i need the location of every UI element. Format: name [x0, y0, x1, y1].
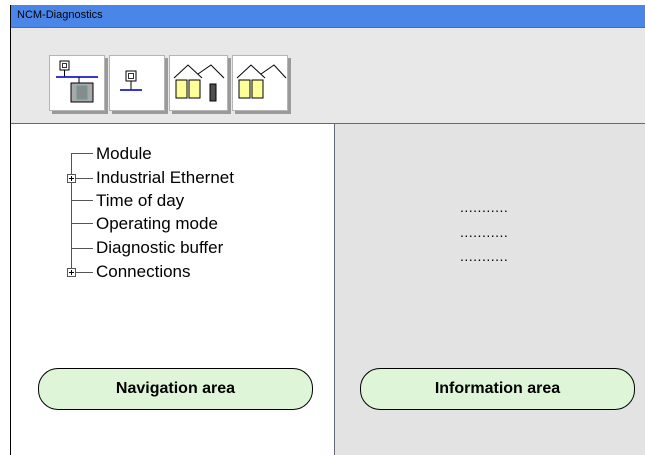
toolbar-button-station-with-module[interactable]	[169, 55, 228, 111]
expand-industrial-ethernet-icon[interactable]	[67, 174, 76, 183]
info-placeholder-line: ...........	[460, 224, 509, 240]
expand-connections-icon[interactable]	[67, 268, 76, 277]
tree-item-diagnostic-buffer[interactable]: Diagnostic buffer	[96, 238, 223, 258]
station-with-module-icon	[173, 64, 225, 102]
toolbar-button-network-module[interactable]	[49, 55, 105, 111]
toolbar-button-station[interactable]	[232, 55, 288, 111]
ncm-diagnostics-window: NCM-Diagnostics Module Industrial Ethern…	[10, 5, 645, 455]
network-node-icon	[120, 70, 142, 91]
info-placeholder-line: ...........	[460, 248, 509, 264]
toolbar-button-network-node[interactable]	[109, 55, 165, 111]
tree-item-connections[interactable]: Connections	[96, 262, 191, 282]
navigation-area-label: Navigation area	[38, 368, 313, 410]
tree-item-industrial-ethernet[interactable]: Industrial Ethernet	[96, 168, 234, 188]
tree-item-operating-mode[interactable]: Operating mode	[96, 214, 218, 234]
station-icon	[236, 64, 287, 99]
tree-item-module[interactable]: Module	[96, 144, 152, 164]
window-title: NCM-Diagnostics	[17, 9, 103, 21]
toolbar	[11, 28, 645, 123]
navigation-pane: Module Industrial Ethernet Time of day O…	[11, 124, 334, 455]
information-area-label: Information area	[360, 368, 635, 410]
information-pane: ........... ........... ........... Info…	[335, 124, 645, 455]
tree-item-time-of-day[interactable]: Time of day	[96, 191, 184, 211]
network-module-icon	[56, 60, 98, 103]
title-bar: NCM-Diagnostics	[11, 5, 645, 28]
info-placeholder-line: ...........	[460, 199, 509, 215]
